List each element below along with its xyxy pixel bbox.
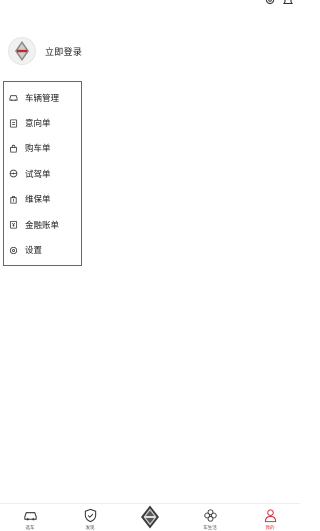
tab-label: 发现 xyxy=(85,526,95,531)
menu-item-intention-order[interactable]: 意向单 xyxy=(4,110,81,135)
login-row[interactable]: 立即登录 xyxy=(8,36,82,66)
bag-icon xyxy=(9,144,18,153)
maintenance-icon xyxy=(10,195,17,204)
menu-item-label: 意向单 xyxy=(25,119,51,130)
tab-discover[interactable]: 发现 xyxy=(65,504,115,531)
tab-label: 选车 xyxy=(25,526,35,531)
tab-brand-home[interactable] xyxy=(125,504,175,531)
tab-label: 车生活 xyxy=(203,526,217,531)
menu-item-maintenance-order[interactable]: 维保单 xyxy=(4,187,81,212)
menu-item-label: 金融账单 xyxy=(25,220,60,231)
flower-icon xyxy=(203,509,217,522)
menu-item-purchase-order[interactable]: 购车单 xyxy=(4,136,81,161)
finance-icon xyxy=(9,221,18,229)
steering-wheel-icon xyxy=(9,170,18,178)
profile-page: 立即登录 车辆管理 意向单 购车单 试驾单 维保单 金融账单 设置 选车 发现 … xyxy=(0,0,300,531)
avatar[interactable] xyxy=(8,37,36,65)
tab-mine[interactable]: 我的 xyxy=(245,504,295,531)
menu-item-finance-bill[interactable]: 金融账单 xyxy=(4,212,81,237)
menu-item-label: 设置 xyxy=(25,246,43,257)
menu-item-label: 购车单 xyxy=(25,144,51,155)
tab-choose-car[interactable]: 选车 xyxy=(5,504,55,531)
settings-icon[interactable] xyxy=(264,0,276,6)
note-icon xyxy=(9,119,18,128)
bottom-tab-bar: 选车 发现 车生活 我的 xyxy=(0,503,300,531)
shield-icon xyxy=(84,508,96,523)
brand-logo-icon xyxy=(141,505,159,529)
menu-item-test-drive-order[interactable]: 试驾单 xyxy=(4,161,81,186)
bell-icon[interactable] xyxy=(282,0,294,6)
menu-item-vehicle-management[interactable]: 车辆管理 xyxy=(4,85,81,110)
brand-logo-icon xyxy=(15,41,29,61)
header-icons xyxy=(264,0,294,6)
menu-item-settings[interactable]: 设置 xyxy=(4,237,81,262)
login-link[interactable]: 立即登录 xyxy=(45,45,82,58)
profile-menu: 车辆管理 意向单 购车单 试驾单 维保单 金融账单 设置 xyxy=(3,81,82,266)
tab-car-life[interactable]: 车生活 xyxy=(185,504,235,531)
tab-label: 我的 xyxy=(265,526,275,531)
user-icon xyxy=(264,509,276,523)
settings-icon xyxy=(9,246,18,254)
menu-item-label: 试驾单 xyxy=(25,169,51,180)
car-icon xyxy=(23,512,37,521)
menu-item-label: 维保单 xyxy=(25,195,51,206)
menu-item-label: 车辆管理 xyxy=(25,93,60,104)
car-icon xyxy=(9,95,18,102)
